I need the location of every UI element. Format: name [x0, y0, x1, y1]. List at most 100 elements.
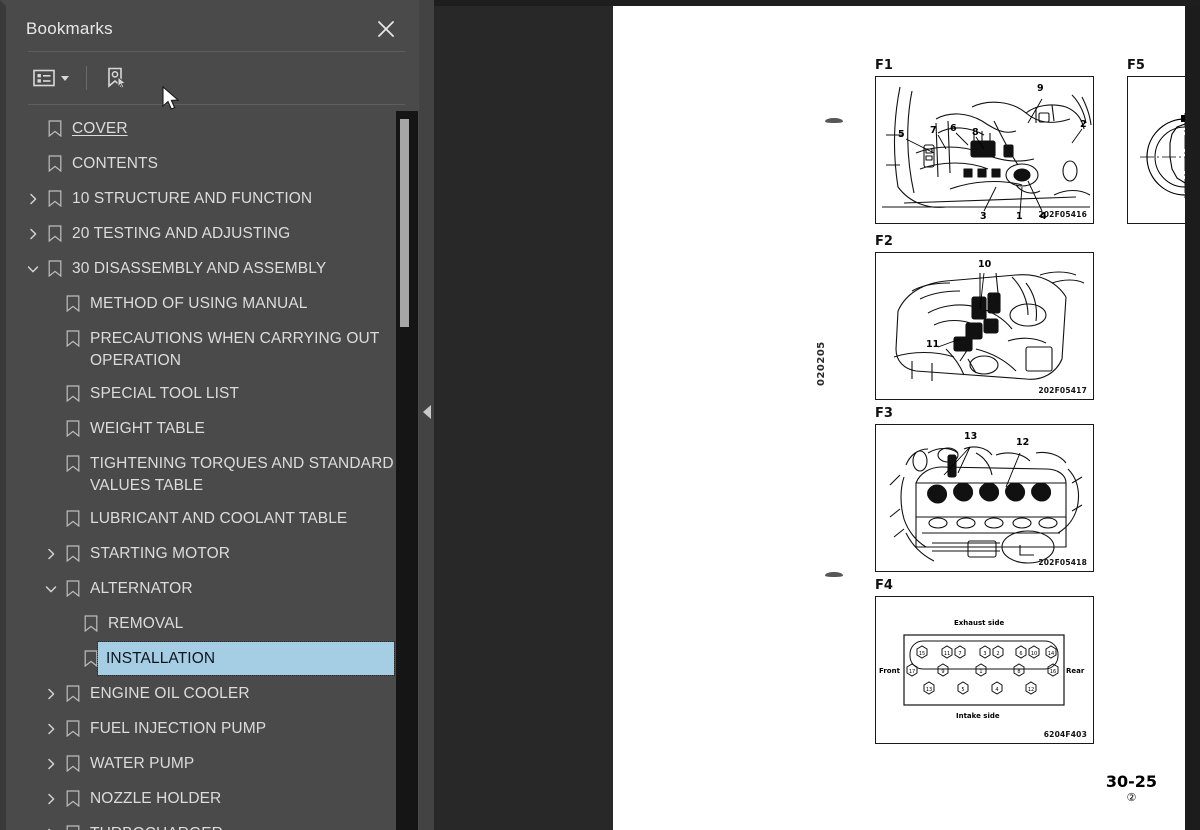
bookmark-item[interactable]: ALTERNATOR — [6, 572, 410, 607]
bookmark-item[interactable]: PRECAUTIONS WHEN CARRYING OUT OPERATION — [6, 322, 410, 377]
bookmark-icon — [66, 755, 80, 772]
figure-callout: 5 — [898, 129, 905, 140]
bookmark-item[interactable]: STARTING MOTOR — [6, 537, 410, 572]
bookmark-item[interactable]: WATER PUMP — [6, 747, 410, 782]
bookmark-item[interactable]: TURBOCHARGER — [6, 817, 410, 830]
figure-callout: 7 — [930, 125, 937, 136]
figure-right-label: Rear — [1066, 667, 1085, 675]
bookmark-icon — [48, 120, 62, 137]
chevron-right-icon[interactable] — [44, 547, 58, 561]
bookmark-item[interactable]: COVER — [6, 112, 410, 147]
page-right-shadow — [1185, 6, 1200, 830]
bookmark-icon — [84, 615, 98, 632]
bookmark-item[interactable]: CONTENTS — [6, 147, 410, 182]
figure-f3: F3 202F05418 13 12 — [875, 406, 1094, 572]
figure-f1: F1 202F05416 9 5 7 6 8 2 3 1 4 — [875, 58, 1094, 224]
bookmark-item[interactable]: ENGINE OIL COOLER — [6, 677, 410, 712]
bookmark-item[interactable]: SPECIAL TOOL LIST — [6, 377, 410, 412]
sidebar-scrollbar-thumb[interactable] — [400, 119, 409, 327]
sidebar-scrollbar-track[interactable] — [396, 111, 418, 830]
chevron-down-icon[interactable] — [61, 75, 69, 81]
chevron-right-icon[interactable] — [44, 687, 58, 701]
figure-callout: 8 — [972, 127, 979, 138]
figure-callout: 2 — [1080, 119, 1087, 130]
bookmark-item[interactable]: INSTALLATION — [6, 641, 410, 677]
bookmark-icon — [66, 420, 80, 437]
chevron-right-icon[interactable] — [26, 227, 40, 241]
bookmark-item-label: 10 STRUCTURE AND FUNCTION — [72, 190, 313, 207]
bookmark-item[interactable]: METHOD OF USING MANUAL — [6, 287, 410, 322]
bookmark-item-label: 20 TESTING AND ADJUSTING — [72, 225, 291, 242]
close-icon[interactable] — [375, 18, 397, 40]
svg-text:15: 15 — [919, 651, 925, 657]
bookmarks-panel-header: Bookmarks — [6, 6, 419, 52]
collapse-left-triangle-icon[interactable] — [423, 405, 431, 419]
pdf-page: 020205 F1 202F05416 9 5 7 6 8 2 3 1 4 F5… — [613, 6, 1200, 830]
bookmark-item[interactable]: 20 TESTING AND ADJUSTING — [6, 217, 410, 252]
bookmark-item-label: ENGINE OIL COOLER — [90, 685, 250, 702]
bookmark-item[interactable]: REMOVAL — [6, 607, 410, 642]
bookmark-icon — [66, 580, 80, 597]
binding-punch-mark — [825, 118, 843, 123]
figure-f2: F2 202F05417 10 11 — [875, 234, 1094, 400]
bookmark-icon — [48, 190, 62, 207]
svg-text:13: 13 — [926, 687, 932, 693]
header-divider — [28, 51, 405, 52]
bookmark-item[interactable]: 30 DISASSEMBLY AND ASSEMBLY — [6, 252, 410, 287]
figure-image: 202F05417 10 11 — [875, 252, 1094, 400]
figure-callout: 10 — [978, 259, 992, 270]
bookmark-icon — [66, 455, 80, 472]
bookmark-icon — [66, 790, 80, 807]
bookmark-icon — [66, 295, 80, 312]
chevron-right-icon[interactable] — [26, 192, 40, 206]
chevron-down-icon[interactable] — [26, 262, 40, 276]
bookmark-item-label: FUEL INJECTION PUMP — [90, 720, 267, 737]
svg-text:11: 11 — [944, 651, 950, 657]
figure-code: 202F05417 — [1038, 386, 1087, 395]
bookmarks-toolbar — [6, 53, 419, 103]
toolbar-separator — [86, 66, 87, 90]
figure-callout: 4 — [1040, 211, 1047, 222]
bookmark-item[interactable]: WEIGHT TABLE — [6, 412, 410, 447]
page-number-block: 30-25 ② — [1106, 772, 1157, 804]
svg-text:10: 10 — [1031, 651, 1037, 657]
svg-text:17: 17 — [909, 669, 915, 675]
document-viewer: 020205 F1 202F05416 9 5 7 6 8 2 3 1 4 F5… — [434, 6, 1200, 830]
bookmark-item-label: PRECAUTIONS WHEN CARRYING OUT OPERATION — [90, 330, 380, 369]
bookmark-icon — [48, 225, 62, 242]
figure-label: F1 — [875, 58, 893, 73]
bookmark-item[interactable]: 10 STRUCTURE AND FUNCTION — [6, 182, 410, 217]
bookmark-item[interactable]: NOZZLE HOLDER — [6, 782, 410, 817]
bookmark-options-list-icon[interactable] — [28, 65, 74, 91]
svg-text:14: 14 — [1048, 651, 1054, 657]
panel-divider[interactable] — [419, 0, 434, 830]
svg-text:1: 1 — [979, 669, 982, 675]
figure-code: 202F05418 — [1038, 558, 1087, 567]
figure-callout: 6 — [950, 123, 957, 134]
svg-text:7: 7 — [958, 651, 961, 657]
figure-label: F2 — [875, 234, 893, 249]
bookmark-item[interactable]: FUEL INJECTION PUMP — [6, 712, 410, 747]
figure-callout: 3 — [980, 211, 987, 222]
new-bookmark-pointer-icon[interactable] — [99, 62, 133, 94]
bookmark-item-label: LUBRICANT AND COOLANT TABLE — [90, 510, 348, 527]
figure-callout: 12 — [1016, 437, 1030, 448]
bookmark-item-label: METHOD OF USING MANUAL — [90, 295, 308, 312]
chevron-right-icon[interactable] — [44, 757, 58, 771]
chevron-right-icon[interactable] — [44, 792, 58, 806]
svg-text:16: 16 — [1050, 669, 1056, 675]
svg-text:12: 12 — [1028, 687, 1034, 693]
bookmark-item[interactable]: TIGHTENING TORQUES AND STANDARD VALUES T… — [6, 447, 410, 502]
bookmark-icon — [66, 385, 80, 402]
chevron-down-icon[interactable] — [44, 582, 58, 596]
bookmark-item-label: SPECIAL TOOL LIST — [90, 385, 240, 402]
chevron-right-icon[interactable] — [44, 722, 58, 736]
figure-top-label: Exhaust side — [954, 619, 1005, 627]
bookmark-item-label: ALTERNATOR — [90, 580, 193, 597]
svg-text:4: 4 — [995, 687, 998, 693]
bookmark-icon — [66, 330, 80, 347]
bookmark-item[interactable]: LUBRICANT AND COOLANT TABLE — [6, 502, 410, 537]
panel-title: Bookmarks — [26, 19, 113, 38]
bookmark-icon — [48, 260, 62, 277]
figure-image: 202F05416 9 5 7 6 8 2 3 1 4 — [875, 76, 1094, 224]
